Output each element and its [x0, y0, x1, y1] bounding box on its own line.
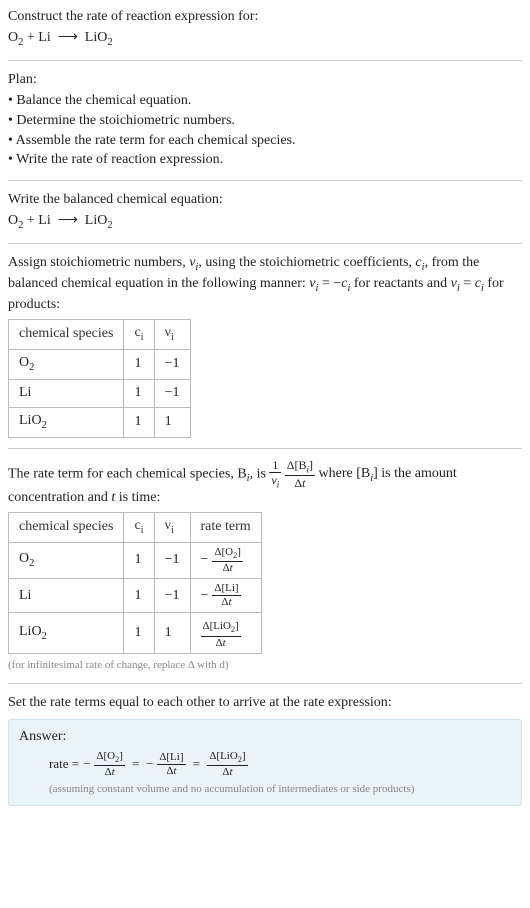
plan-item: • Write the rate of reaction expression.	[8, 151, 522, 170]
cell-vi: 1	[154, 613, 190, 653]
cell-vi: 1	[154, 407, 190, 437]
divider	[8, 180, 522, 181]
answer-box: Answer: rate = −Δ[O2]Δt = −Δ[Li]Δt = Δ[L…	[8, 719, 522, 806]
rate-term-table: chemical species ci νi rate term O2 1 −1…	[8, 512, 262, 654]
divider	[8, 448, 522, 449]
cell-ci: 1	[124, 543, 154, 579]
rate-intro-frac1: 1νi	[269, 459, 281, 489]
col-ci: ci	[124, 320, 154, 350]
intro-equation: O2 + Li ⟶ LiO2	[8, 29, 522, 50]
table-row: O2 1 −1 −Δ[O2]Δt	[9, 543, 262, 579]
cell-species: O2	[9, 543, 124, 579]
final-heading: Set the rate terms equal to each other t…	[8, 694, 522, 713]
cell-rate: Δ[LiO2]Δt	[190, 613, 261, 653]
stoich-assign-text: Assign stoichiometric numbers, νi, using…	[8, 254, 522, 315]
col-species: chemical species	[9, 513, 124, 543]
table-row: LiO2 1 1 Δ[LiO2]Δt	[9, 613, 262, 653]
cell-ci: 1	[124, 579, 154, 613]
table-header-row: chemical species ci νi	[9, 320, 191, 350]
table-row: LiO2 1 1	[9, 407, 191, 437]
divider	[8, 60, 522, 61]
cell-vi: −1	[154, 543, 190, 579]
answer-prefix: rate =	[49, 755, 79, 773]
divider	[8, 243, 522, 244]
col-vi: νi	[154, 320, 190, 350]
table-row: Li 1 −1	[9, 379, 191, 407]
stoich-table: chemical species ci νi O2 1 −1 Li 1 −1 L…	[8, 319, 191, 438]
cell-vi: −1	[154, 349, 190, 379]
answer-note: (assuming constant volume and no accumul…	[49, 782, 511, 797]
table-row: Li 1 −1 −Δ[Li]Δt	[9, 579, 262, 613]
cell-species: Li	[9, 579, 124, 613]
plan-item: • Balance the chemical equation.	[8, 92, 522, 111]
rate-intro-mid: , is	[250, 466, 270, 481]
cell-rate: −Δ[Li]Δt	[190, 579, 261, 613]
col-vi: νi	[154, 513, 190, 543]
plan-item: • Assemble the rate term for each chemic…	[8, 132, 522, 151]
plan-item: • Determine the stoichiometric numbers.	[8, 112, 522, 131]
rate-footnote: (for infinitesimal rate of change, repla…	[8, 658, 522, 673]
table-row: O2 1 −1	[9, 349, 191, 379]
cell-species: O2	[9, 349, 124, 379]
cell-species: LiO2	[9, 613, 124, 653]
answer-label: Answer:	[19, 728, 511, 747]
cell-ci: 1	[124, 613, 154, 653]
table-header-row: chemical species ci νi rate term	[9, 513, 262, 543]
balance-heading: Write the balanced chemical equation:	[8, 191, 522, 210]
cell-species: Li	[9, 379, 124, 407]
divider	[8, 683, 522, 684]
rate-intro-frac2: Δ[Bi]Δt	[285, 459, 315, 489]
cell-ci: 1	[124, 349, 154, 379]
cell-vi: −1	[154, 579, 190, 613]
intro-prompt: Construct the rate of reaction expressio…	[8, 8, 522, 27]
cell-rate: −Δ[O2]Δt	[190, 543, 261, 579]
cell-species: LiO2	[9, 407, 124, 437]
plan-list: • Balance the chemical equation. • Deter…	[8, 92, 522, 171]
cell-vi: −1	[154, 379, 190, 407]
plan-heading: Plan:	[8, 71, 522, 90]
col-species: chemical species	[9, 320, 124, 350]
rate-intro-prefix: The rate term for each chemical species,…	[8, 466, 247, 481]
cell-ci: 1	[124, 379, 154, 407]
col-rate: rate term	[190, 513, 261, 543]
rate-term-intro: The rate term for each chemical species,…	[8, 459, 522, 508]
answer-equation: rate = −Δ[O2]Δt = −Δ[Li]Δt = Δ[LiO2]Δt	[49, 751, 511, 778]
balanced-equation: O2 + Li ⟶ LiO2	[8, 212, 522, 233]
cell-ci: 1	[124, 407, 154, 437]
col-ci: ci	[124, 513, 154, 543]
